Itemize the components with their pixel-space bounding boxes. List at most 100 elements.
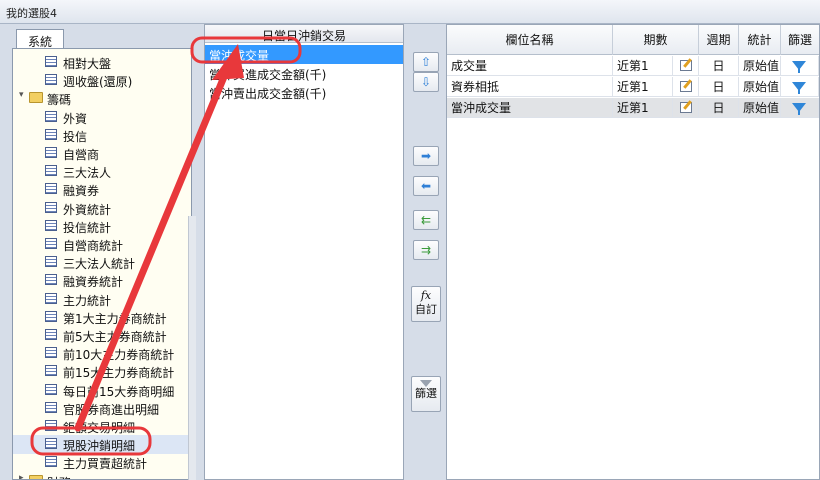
tree-item[interactable]: 主力統計 (13, 290, 191, 309)
cell-cycle: 日 (699, 77, 739, 97)
custom-formula-button[interactable]: fx 自訂 (411, 286, 441, 322)
expand-caret-icon[interactable]: ▾ (19, 90, 24, 100)
tree-item[interactable]: 每日前15大券商明細 (13, 381, 191, 400)
edit-icon (680, 81, 692, 92)
custom-label: 自訂 (415, 303, 437, 316)
tree-item[interactable]: ▾ 籌碼 (13, 89, 191, 108)
tree-item-label: 週收盤(還原) (63, 75, 133, 90)
tree-scrollbar[interactable] (188, 216, 196, 480)
cell-stat: 原始值 (739, 77, 781, 97)
tree-item[interactable]: 三大法人統計 (13, 253, 191, 272)
filter-button[interactable]: 篩選 (411, 376, 441, 412)
table-icon (45, 56, 57, 67)
tree-item[interactable]: 融資券 (13, 180, 191, 199)
edit-icon (680, 60, 692, 71)
category-tree[interactable]: 相對大盤週收盤(還原) ▾ 籌碼外資 投信 自營商三大法人 融資券 外資統計 投信統計 自營商統… (12, 48, 192, 480)
tree-item[interactable]: 前5大主力券商統計 (13, 326, 191, 345)
table-icon (45, 456, 57, 468)
tree-item[interactable]: 外資 (13, 108, 191, 127)
table-icon (45, 128, 57, 140)
tree-item[interactable]: ▸ 財務 (13, 472, 191, 479)
field-list[interactable]: 日當日沖銷交易 當沖成交量 當沖買進成交金額(千) 當沖賣出成交金額(千) (204, 24, 404, 480)
funnel-icon (792, 103, 806, 115)
remove-all-button[interactable]: ⇇ (413, 210, 439, 230)
field-item-day-trade-sell-amount[interactable]: 當沖賣出成交金額(千) (205, 83, 403, 102)
tree-item[interactable]: 自營商 (13, 144, 191, 163)
field-item-day-trade-buy-amount[interactable]: 當沖買進成交金額(千) (205, 64, 403, 83)
table-icon (45, 420, 57, 431)
edit-period-icon[interactable] (673, 98, 699, 118)
selected-fields-grid[interactable]: 欄位名稱 期數 週期 統計 篩選 成交量 近第1 日原始值 資券相抵 近第1 日原始值 當沖… (446, 24, 820, 480)
edit-period-icon[interactable] (673, 77, 699, 97)
folder-icon (29, 474, 43, 479)
col-header-field-name[interactable]: 欄位名稱 (447, 25, 613, 55)
table-icon (45, 347, 57, 359)
filter-icon[interactable] (781, 56, 819, 76)
table-icon (45, 383, 57, 395)
tree-item-label: 相對大盤 (63, 57, 112, 71)
cell-stat: 原始值 (739, 98, 781, 118)
table-icon (45, 274, 57, 286)
cell-period-count: 近第1 (613, 77, 673, 97)
cell-field-name: 資券相抵 (447, 77, 613, 97)
table-icon (45, 292, 57, 304)
funnel-icon (792, 82, 806, 94)
cell-cycle: 日 (699, 56, 739, 76)
edit-icon (680, 102, 692, 113)
tree-item-label: 前10大主力券商統計 (63, 348, 175, 363)
col-header-filter[interactable]: 篩選 (781, 25, 819, 55)
tree-item-label: 三大法人 (63, 166, 112, 181)
tree-item-label: 前5大主力券商統計 (63, 330, 167, 344)
funnel-icon (420, 380, 432, 387)
folder-icon (29, 92, 43, 104)
edit-period-icon[interactable] (673, 56, 699, 76)
cell-period-count: 近第1 (613, 98, 673, 118)
table-icon (45, 365, 57, 377)
cell-period-count: 近第1 (613, 56, 673, 76)
col-header-stat[interactable]: 統計 (739, 25, 781, 55)
tree-item-label: 外資 (63, 111, 88, 126)
move-down-button[interactable]: ⇩ (413, 72, 439, 92)
tree-item[interactable]: 官股券商進出明細 (13, 399, 191, 418)
tree-item[interactable]: 前10大主力券商統計 (13, 344, 191, 363)
field-item-day-trade-volume[interactable]: 當沖成交量 (205, 45, 403, 64)
table-icon (45, 74, 57, 86)
tree-item[interactable]: 投信統計 (13, 217, 191, 236)
tree-item[interactable]: 投信 (13, 126, 191, 145)
add-field-button[interactable]: ➡ (413, 146, 439, 166)
tree-item[interactable]: 自營商統計 (13, 235, 191, 254)
grid-header: 欄位名稱 期數 週期 統計 篩選 (447, 25, 819, 55)
col-header-cycle[interactable]: 週期 (699, 25, 739, 55)
move-up-button[interactable]: ⇧ (413, 52, 439, 72)
tree-item[interactable]: 鉅額交易明細 (13, 417, 191, 436)
tree-tabstrip: 系統 (6, 26, 196, 51)
tree-item[interactable]: 週收盤(還原) (13, 71, 191, 90)
tree-item[interactable]: 第1大主力券商統計 (13, 308, 191, 327)
tree-item-label: 籌碼 (47, 93, 72, 108)
tree-item[interactable]: 相對大盤 (13, 53, 191, 72)
tree-item[interactable]: 三大法人 (13, 162, 191, 181)
tree-item[interactable]: 外資統計 (13, 199, 191, 218)
table-icon (45, 147, 57, 158)
tree-item-label: 主力買賣超統計 (63, 457, 148, 472)
expand-caret-icon[interactable]: ▸ (19, 473, 24, 479)
funnel-icon (792, 61, 806, 73)
table-row[interactable]: 資券相抵 近第1 日原始值 (447, 77, 819, 97)
cell-field-name: 當沖成交量 (447, 98, 613, 118)
col-header-period-count[interactable]: 期數 (613, 25, 699, 55)
tree-item-label: 前15大主力券商統計 (63, 366, 175, 381)
table-row[interactable]: 成交量 近第1 日原始值 (447, 56, 819, 76)
filter-icon[interactable] (781, 98, 819, 118)
add-all-button[interactable]: ⇉ (413, 240, 439, 260)
filter-icon[interactable] (781, 77, 819, 97)
tree-item[interactable]: 融資券統計 (13, 271, 191, 290)
remove-field-button[interactable]: ⬅ (413, 176, 439, 196)
tree-item-label: 第1大主力券商統計 (63, 311, 167, 326)
tree-item[interactable]: 現股沖銷明細 (13, 435, 191, 455)
tree-item-label: 財務 (47, 474, 71, 479)
table-row[interactable]: 當沖成交量 近第1 日原始值 (447, 98, 819, 118)
fx-icon: fx (420, 289, 432, 302)
app-window: 系統 相對大盤 週收盤(還原) ▾ 籌碼 外資 投信 自營商 三大法人 融資券 外資統計 投信統計自… (0, 24, 820, 480)
tree-item[interactable]: 主力買賣超統計 (13, 453, 191, 472)
tree-item[interactable]: 前15大主力券商統計 (13, 362, 191, 381)
